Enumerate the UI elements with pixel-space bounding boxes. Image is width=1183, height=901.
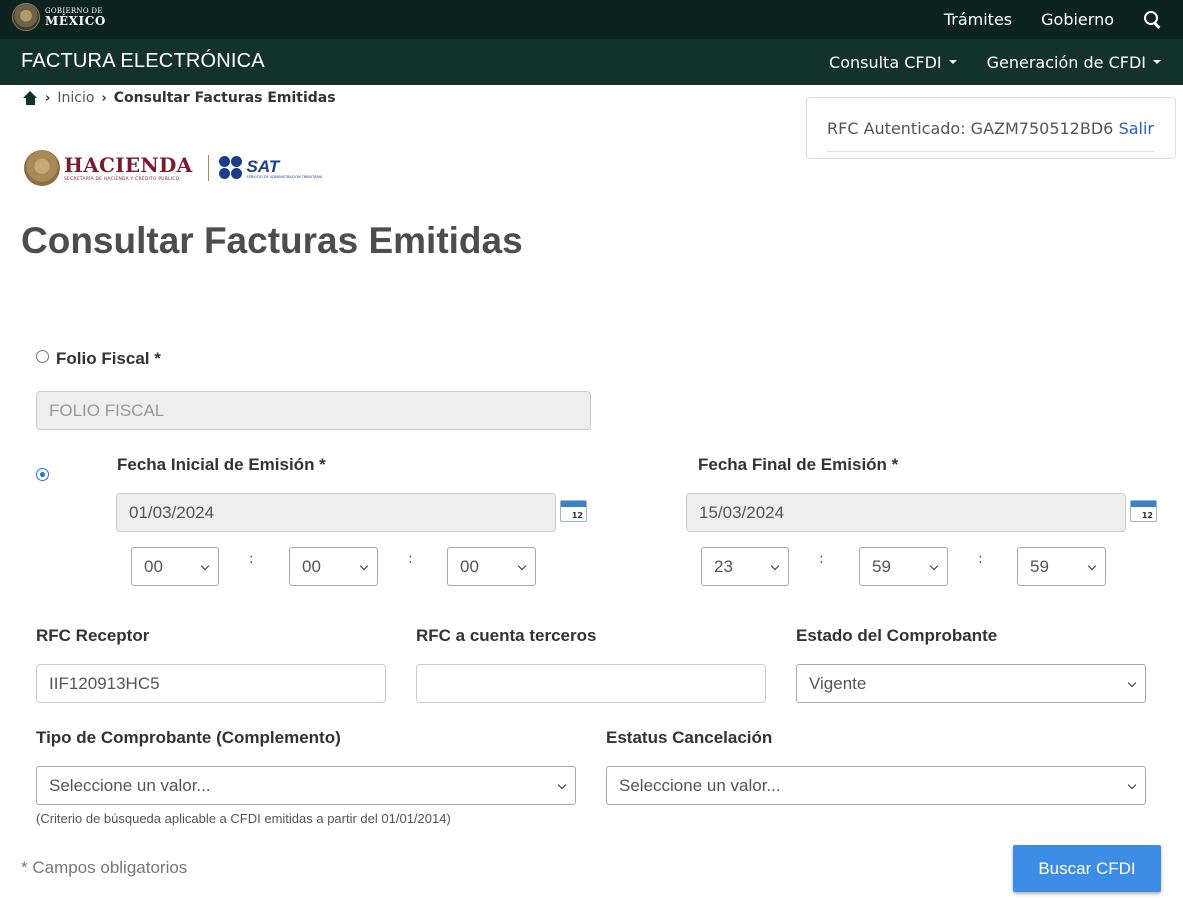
hacienda-seal-icon — [24, 150, 60, 186]
tipo-comprobante-select[interactable]: Seleccione un valor... — [36, 766, 576, 805]
hora-final-value: 23 — [714, 556, 733, 576]
logo-big-text: MÉXICO — [45, 13, 106, 28]
sat-logo-text: SAT — [246, 156, 280, 176]
chevron-right-icon: › — [45, 90, 51, 106]
menu-consulta-cfdi-label: Consulta CFDI — [829, 52, 942, 72]
search-criteria-hint: (Criterio de búsqueda aplicable a CFDI e… — [36, 811, 451, 826]
calendar-icon[interactable]: 12 — [560, 500, 587, 522]
hacienda-sat-logos: HACIENDA SECRETARÍA DE HACIENDA Y CRÉDIT… — [24, 150, 322, 186]
label-tipo-comprobante: Tipo de Comprobante (Complemento) — [36, 728, 341, 747]
calendar-icon[interactable]: 12 — [1130, 500, 1157, 522]
divider — [827, 151, 1154, 152]
chevron-down-icon — [359, 561, 369, 571]
chevron-down-icon — [517, 561, 527, 571]
chevron-right-icon: › — [101, 90, 107, 106]
required-fields-note: * Campos obligatorios — [21, 858, 188, 877]
chevron-down-icon — [1127, 780, 1137, 790]
hacienda-logo-subtext: SECRETARÍA DE HACIENDA Y CRÉDITO PÚBLICO — [64, 176, 180, 182]
caret-down-icon — [1153, 60, 1161, 64]
time-separator: : — [249, 551, 254, 567]
label-rfc-terceros: RFC a cuenta terceros — [416, 626, 597, 645]
hacienda-logo-text: HACIENDA — [64, 152, 193, 177]
segundo-inicial-select[interactable]: 00 — [447, 547, 536, 586]
time-separator: : — [978, 551, 983, 567]
hora-final-select[interactable]: 23 — [701, 547, 789, 586]
logout-link[interactable]: Salir — [1119, 119, 1154, 138]
segundo-final-value: 59 — [1030, 556, 1049, 576]
time-separator: : — [819, 551, 824, 567]
segundo-inicial-value: 00 — [460, 556, 479, 576]
chevron-down-icon — [770, 561, 780, 571]
tipo-comprobante-value: Seleccione un valor... — [49, 775, 211, 795]
label-estatus-cancelacion: Estatus Cancelación — [606, 728, 773, 747]
calendar-day-text: 12 — [571, 511, 583, 520]
estatus-cancelacion-select[interactable]: Seleccione un valor... — [606, 766, 1146, 805]
app-menu: Consulta CFDI Generación de CFDI — [829, 39, 1161, 85]
caret-down-icon — [948, 60, 957, 64]
breadcrumb-current: Consultar Facturas Emitidas — [113, 90, 336, 106]
app-navbar: FACTURA ELECTRÓNICA Consulta CFDI Genera… — [0, 39, 1183, 85]
gobierno-mexico-logo[interactable]: GOBIERNO DE MÉXICO — [12, 3, 106, 31]
label-estado-comprobante: Estado del Comprobante — [796, 626, 998, 645]
chevron-down-icon — [1127, 678, 1137, 688]
menu-generacion-cfdi-label: Generación de CFDI — [986, 52, 1146, 72]
government-links: Trámites Gobierno — [944, 0, 1161, 39]
chevron-down-icon — [557, 780, 567, 790]
chevron-down-icon — [929, 561, 939, 571]
national-seal-icon — [12, 3, 40, 31]
chevron-down-icon — [200, 561, 210, 571]
fecha-inicial-input[interactable]: 01/03/2024 — [116, 493, 556, 532]
segundo-final-select[interactable]: 59 — [1017, 547, 1106, 586]
minuto-inicial-value: 00 — [302, 556, 321, 576]
government-bar: GOBIERNO DE MÉXICO Trámites Gobierno — [0, 0, 1183, 39]
chevron-down-icon — [1087, 561, 1097, 571]
home-icon[interactable] — [23, 91, 38, 105]
minuto-final-value: 59 — [872, 556, 891, 576]
breadcrumb: › Inicio › Consultar Facturas Emitidas — [23, 90, 336, 106]
estado-comprobante-select[interactable]: Vigente — [796, 664, 1146, 703]
rfc-receptor-input[interactable]: IIF120913HC5 — [36, 664, 386, 703]
search-icon[interactable] — [1143, 10, 1161, 29]
app-title[interactable]: FACTURA ELECTRÓNICA — [21, 50, 265, 73]
label-fecha-inicial: Fecha Inicial de Emisión * — [117, 455, 326, 474]
sat-dots-icon — [219, 156, 243, 180]
hora-inicial-select[interactable]: 00 — [131, 547, 219, 586]
label-rfc-receptor: RFC Receptor — [36, 626, 150, 645]
rfc-autenticado: RFC Autenticado: GAZM750512BD6 — [827, 119, 1114, 138]
logo-divider — [208, 155, 210, 181]
estado-comprobante-value: Vigente — [809, 673, 867, 693]
calendar-day-text: 12 — [1141, 511, 1153, 520]
menu-generacion-cfdi[interactable]: Generación de CFDI — [987, 53, 1161, 72]
sat-logo-subtext: SERVICIO DE ADMINISTRACIÓN TRIBUTARIA — [246, 174, 323, 179]
buscar-cfdi-button[interactable]: Buscar CFDI — [1013, 845, 1161, 892]
folio-fiscal-input[interactable]: FOLIO FISCAL — [36, 391, 591, 430]
minuto-inicial-select[interactable]: 00 — [289, 547, 378, 586]
link-tramites[interactable]: Trámites — [944, 10, 1012, 29]
minuto-final-select[interactable]: 59 — [859, 547, 948, 586]
radio-folio-fiscal[interactable] — [36, 350, 49, 363]
page-title: Consultar Facturas Emitidas — [21, 220, 523, 261]
estatus-cancelacion-value: Seleccione un valor... — [619, 775, 781, 795]
auth-panel: RFC Autenticado: GAZM750512BD6 Salir — [806, 97, 1176, 159]
hora-inicial-value: 00 — [144, 556, 163, 576]
breadcrumb-inicio[interactable]: Inicio — [57, 90, 94, 106]
time-separator: : — [408, 551, 413, 567]
label-fecha-final: Fecha Final de Emisión * — [698, 455, 899, 474]
label-folio-fiscal: Folio Fiscal * — [56, 349, 161, 368]
rfc-terceros-input[interactable] — [416, 664, 766, 703]
menu-consulta-cfdi[interactable]: Consulta CFDI — [829, 53, 957, 72]
link-gobierno[interactable]: Gobierno — [1041, 10, 1114, 29]
fecha-final-input[interactable]: 15/03/2024 — [686, 493, 1126, 532]
radio-fechas[interactable] — [36, 468, 49, 481]
